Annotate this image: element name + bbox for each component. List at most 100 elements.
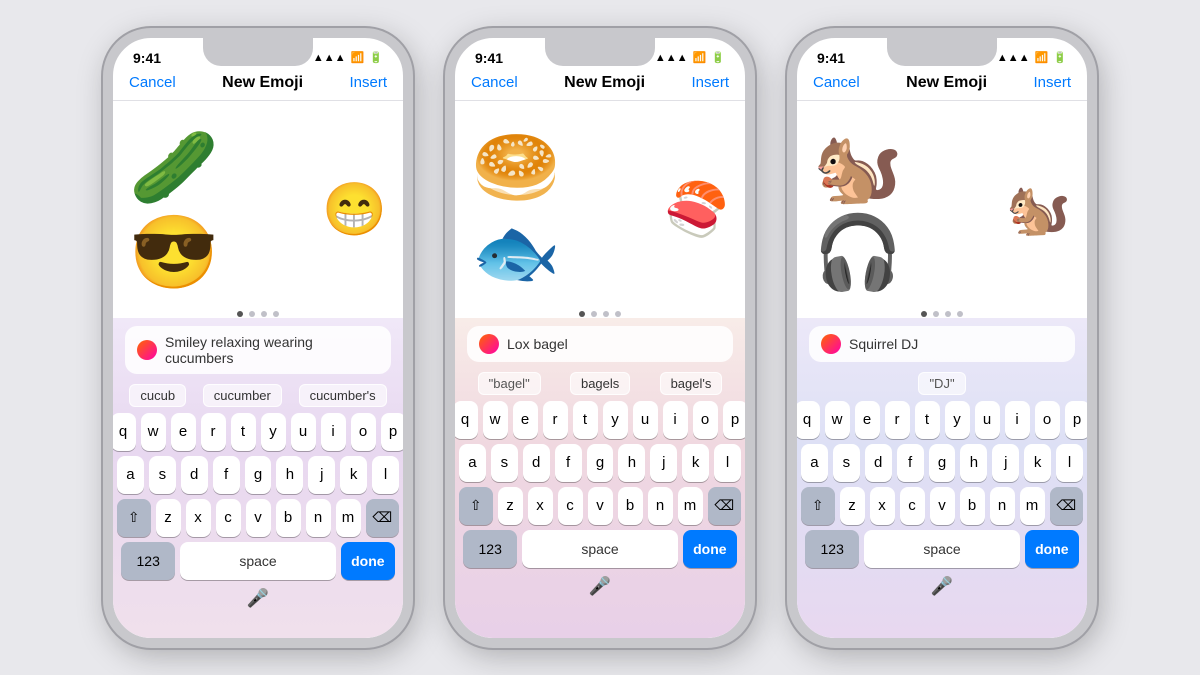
- key-delete-3[interactable]: ⌫: [1050, 487, 1084, 525]
- key-q[interactable]: q: [111, 413, 136, 451]
- key-h-3[interactable]: h: [960, 444, 987, 482]
- key-delete-2[interactable]: ⌫: [708, 487, 742, 525]
- autocomplete-2-1[interactable]: "bagel": [478, 372, 541, 395]
- autocomplete-1-1[interactable]: cucub: [129, 384, 186, 407]
- key-g[interactable]: g: [245, 456, 272, 494]
- insert-button-1[interactable]: Insert: [349, 74, 387, 91]
- key-r-2[interactable]: r: [543, 401, 568, 439]
- key-n-3[interactable]: n: [990, 487, 1015, 525]
- key-shift[interactable]: ⇧: [117, 499, 151, 537]
- key-r-3[interactable]: r: [885, 401, 910, 439]
- key-d-2[interactable]: d: [523, 444, 550, 482]
- key-u-3[interactable]: u: [975, 401, 1000, 439]
- insert-button-2[interactable]: Insert: [691, 74, 729, 91]
- key-i-3[interactable]: i: [1005, 401, 1030, 439]
- key-b[interactable]: b: [276, 499, 301, 537]
- key-a-3[interactable]: a: [801, 444, 828, 482]
- key-a[interactable]: a: [117, 456, 144, 494]
- key-o-2[interactable]: o: [693, 401, 718, 439]
- key-y-3[interactable]: y: [945, 401, 970, 439]
- key-j-2[interactable]: j: [650, 444, 677, 482]
- key-delete[interactable]: ⌫: [366, 499, 400, 537]
- key-e-3[interactable]: e: [855, 401, 880, 439]
- autocomplete-2-2[interactable]: bagels: [570, 372, 630, 395]
- key-numbers-1[interactable]: 123: [121, 542, 175, 580]
- key-m-2[interactable]: m: [678, 487, 703, 525]
- key-h-2[interactable]: h: [618, 444, 645, 482]
- key-t[interactable]: t: [231, 413, 256, 451]
- key-f-3[interactable]: f: [897, 444, 924, 482]
- key-j[interactable]: j: [308, 456, 335, 494]
- key-d-3[interactable]: d: [865, 444, 892, 482]
- key-c-3[interactable]: c: [900, 487, 925, 525]
- mic-icon-2[interactable]: 🎤: [589, 576, 611, 597]
- key-done-2[interactable]: done: [683, 530, 737, 568]
- key-j-3[interactable]: j: [992, 444, 1019, 482]
- cancel-button-1[interactable]: Cancel: [129, 74, 176, 91]
- key-w[interactable]: w: [141, 413, 166, 451]
- key-x-3[interactable]: x: [870, 487, 895, 525]
- key-o-3[interactable]: o: [1035, 401, 1060, 439]
- key-y[interactable]: y: [261, 413, 286, 451]
- key-done-3[interactable]: done: [1025, 530, 1079, 568]
- key-x-2[interactable]: x: [528, 487, 553, 525]
- key-i-2[interactable]: i: [663, 401, 688, 439]
- key-d[interactable]: d: [181, 456, 208, 494]
- key-u[interactable]: u: [291, 413, 316, 451]
- key-k-2[interactable]: k: [682, 444, 709, 482]
- key-m-3[interactable]: m: [1020, 487, 1045, 525]
- key-v-3[interactable]: v: [930, 487, 955, 525]
- key-t-2[interactable]: t: [573, 401, 598, 439]
- key-f-2[interactable]: f: [555, 444, 582, 482]
- mic-icon-1[interactable]: 🎤: [247, 588, 269, 609]
- key-space-3[interactable]: space: [864, 530, 1019, 568]
- key-p[interactable]: p: [381, 413, 406, 451]
- mic-icon-3[interactable]: 🎤: [931, 576, 953, 597]
- key-k[interactable]: k: [340, 456, 367, 494]
- key-b-3[interactable]: b: [960, 487, 985, 525]
- autocomplete-1-3[interactable]: cucumber's: [299, 384, 387, 407]
- insert-button-3[interactable]: Insert: [1033, 74, 1071, 91]
- key-shift-3[interactable]: ⇧: [801, 487, 835, 525]
- key-l-2[interactable]: l: [714, 444, 741, 482]
- key-x[interactable]: x: [186, 499, 211, 537]
- key-space-1[interactable]: space: [180, 542, 335, 580]
- key-u-2[interactable]: u: [633, 401, 658, 439]
- key-z-3[interactable]: z: [840, 487, 865, 525]
- key-b-2[interactable]: b: [618, 487, 643, 525]
- key-c-2[interactable]: c: [558, 487, 583, 525]
- key-r[interactable]: r: [201, 413, 226, 451]
- autocomplete-1-2[interactable]: cucumber: [203, 384, 282, 407]
- key-f[interactable]: f: [213, 456, 240, 494]
- key-v[interactable]: v: [246, 499, 271, 537]
- key-space-2[interactable]: space: [522, 530, 677, 568]
- key-shift-2[interactable]: ⇧: [459, 487, 493, 525]
- key-e[interactable]: e: [171, 413, 196, 451]
- autocomplete-2-3[interactable]: bagel's: [660, 372, 723, 395]
- key-g-3[interactable]: g: [929, 444, 956, 482]
- key-o[interactable]: o: [351, 413, 376, 451]
- key-numbers-2[interactable]: 123: [463, 530, 517, 568]
- key-l[interactable]: l: [372, 456, 399, 494]
- key-w-3[interactable]: w: [825, 401, 850, 439]
- cancel-button-3[interactable]: Cancel: [813, 74, 860, 91]
- key-s[interactable]: s: [149, 456, 176, 494]
- key-z[interactable]: z: [156, 499, 181, 537]
- key-s-3[interactable]: s: [833, 444, 860, 482]
- key-s-2[interactable]: s: [491, 444, 518, 482]
- key-z-2[interactable]: z: [498, 487, 523, 525]
- key-e-2[interactable]: e: [513, 401, 538, 439]
- key-numbers-3[interactable]: 123: [805, 530, 859, 568]
- key-h[interactable]: h: [276, 456, 303, 494]
- key-l-3[interactable]: l: [1056, 444, 1083, 482]
- key-t-3[interactable]: t: [915, 401, 940, 439]
- key-n[interactable]: n: [306, 499, 331, 537]
- search-bar-2[interactable]: Lox bagel: [467, 326, 733, 362]
- autocomplete-3-1[interactable]: "DJ": [918, 372, 965, 395]
- key-v-2[interactable]: v: [588, 487, 613, 525]
- key-q-3[interactable]: q: [795, 401, 820, 439]
- key-w-2[interactable]: w: [483, 401, 508, 439]
- key-i[interactable]: i: [321, 413, 346, 451]
- key-q-2[interactable]: q: [453, 401, 478, 439]
- key-a-2[interactable]: a: [459, 444, 486, 482]
